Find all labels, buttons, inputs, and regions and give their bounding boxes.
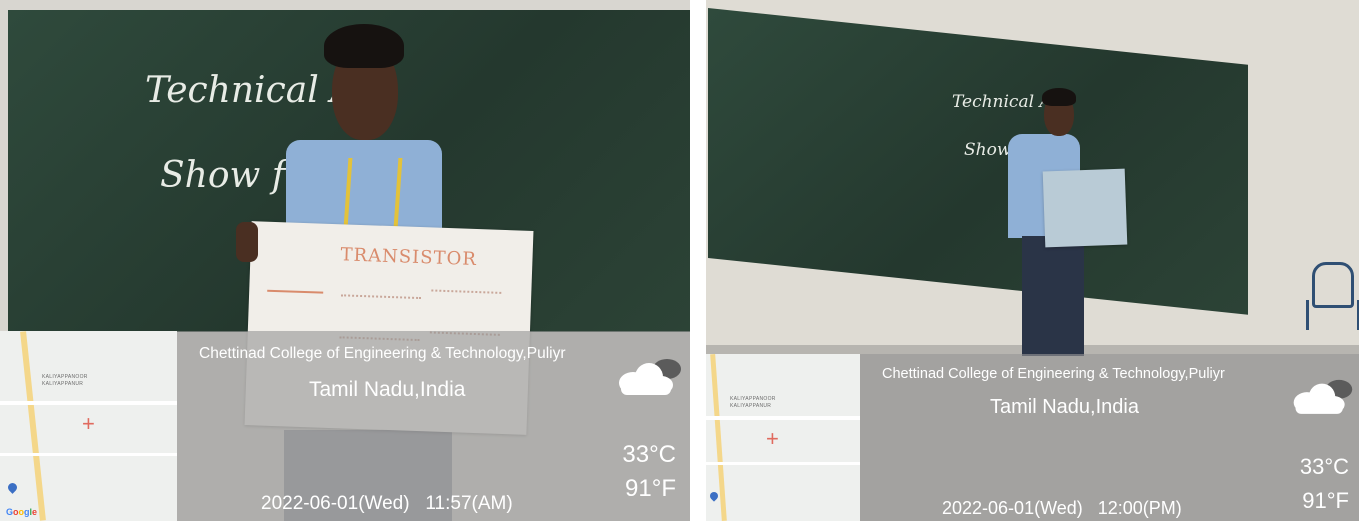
map-label: KALIYAPPANOOR — [42, 374, 88, 380]
map-panel: KALIYAPPANOOR KALIYAPPANUR + — [706, 354, 860, 521]
chair-legs — [1306, 300, 1359, 330]
photo-right: Technical Ac Show f KALIYAPPANOOR KALIYA… — [706, 0, 1359, 521]
temperature-celsius: 33°C — [622, 441, 676, 468]
chart-text-block — [429, 289, 502, 336]
map-road — [706, 416, 860, 420]
map-road — [706, 462, 860, 465]
map-road — [0, 401, 177, 405]
info-overlay: Chettinad College of Engineering & Techn… — [177, 331, 690, 521]
cloud-sun-icon — [1293, 379, 1353, 414]
location-line-2: Tamil Nadu,India — [309, 378, 466, 401]
map-road — [20, 331, 46, 521]
cloud-sun-icon — [619, 359, 681, 395]
map-panel: KALIYAPPANOOR KALIYAPPANUR + Google — [0, 331, 177, 521]
map-label: KALIYAPPANUR — [730, 403, 772, 409]
temperature-fahrenheit: 91°F — [625, 475, 676, 502]
temperature-celsius: 33°C — [1299, 454, 1349, 479]
location-line-2: Tamil Nadu,India — [990, 396, 1139, 418]
photo-left: Technical Ac Show f T TRANSISTOR KALIYAP… — [0, 0, 690, 521]
chart-symbol — [266, 289, 324, 324]
google-logo: Google — [6, 507, 38, 517]
location-pin-icon — [708, 490, 720, 502]
red-cross-marker-icon: + — [766, 426, 779, 451]
datetime-stamp: 2022-06-01(Wed) 11:57(AM) — [261, 493, 513, 514]
red-cross-marker-icon: + — [82, 411, 95, 436]
map-label: KALIYAPPANOOR — [730, 396, 776, 402]
location-line-1: Chettinad College of Engineering & Techn… — [199, 345, 566, 362]
chart-paper — [1042, 168, 1128, 248]
map-label: KALIYAPPANUR — [42, 381, 84, 387]
info-overlay: Chettinad College of Engineering & Techn… — [860, 354, 1359, 521]
location-pin-icon — [6, 481, 19, 494]
map-road — [0, 453, 177, 456]
datetime-stamp: 2022-06-01(Wed) 12:00(PM) — [942, 498, 1182, 518]
id-lanyard — [343, 158, 403, 228]
location-line-1: Chettinad College of Engineering & Techn… — [882, 366, 1225, 382]
temperature-fahrenheit: 91°F — [1302, 488, 1349, 513]
chart-title: TRANSISTOR — [340, 244, 478, 271]
student-hair — [1042, 88, 1076, 106]
student-pants — [1022, 236, 1084, 356]
student-hand — [236, 222, 258, 262]
student-hair — [324, 24, 404, 68]
